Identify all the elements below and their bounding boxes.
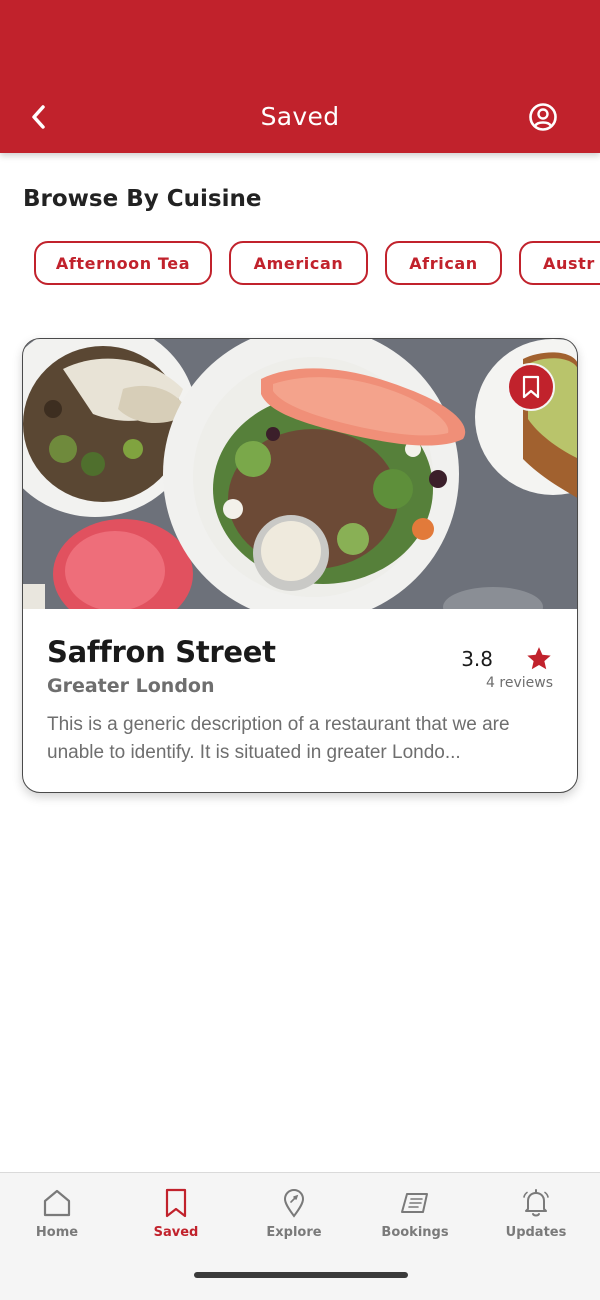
bottom-nav-bar: Home Saved Explore Bookings Updates: [0, 1172, 600, 1300]
cuisine-chip-list[interactable]: Afternoon Tea American African Austr: [0, 240, 600, 288]
nav-item-explore[interactable]: Explore: [244, 1187, 344, 1247]
bookmark-icon: [165, 1188, 187, 1218]
review-count: 4 reviews: [486, 675, 553, 691]
cuisine-chip-afternoon-tea[interactable]: Afternoon Tea: [34, 241, 212, 285]
restaurant-location: Greater London: [47, 675, 215, 697]
cuisine-chip-austr[interactable]: Austr: [519, 241, 600, 285]
nav-item-saved[interactable]: Saved: [126, 1187, 226, 1247]
food-photo: [23, 339, 577, 609]
home-icon: [43, 1189, 71, 1217]
nav-label-explore: Explore: [266, 1225, 322, 1240]
nav-item-bookings[interactable]: Bookings: [365, 1187, 465, 1247]
bell-icon: [523, 1189, 549, 1217]
profile-button[interactable]: [526, 100, 560, 134]
home-indicator: [194, 1272, 408, 1278]
rating-value: 3.8: [461, 647, 493, 671]
cuisine-chip-american[interactable]: American: [229, 241, 368, 285]
cuisine-chip-african[interactable]: African: [385, 241, 502, 285]
nav-item-home[interactable]: Home: [7, 1187, 107, 1247]
app-header: Saved: [0, 0, 600, 153]
rating-block: 3.8 4 reviews: [433, 645, 553, 697]
explore-pin-icon: [283, 1188, 305, 1218]
restaurant-description: This is a generic description of a resta…: [47, 714, 510, 763]
save-bookmark-button[interactable]: [507, 363, 555, 411]
nav-label-updates: Updates: [505, 1225, 567, 1240]
star-icon: [527, 647, 551, 670]
nav-item-updates[interactable]: Updates: [486, 1187, 586, 1247]
nav-label-bookings: Bookings: [381, 1225, 449, 1240]
page-title: Saved: [260, 102, 340, 131]
nav-label-saved: Saved: [153, 1225, 199, 1240]
restaurant-name: Saffron Street: [47, 635, 276, 669]
section-title: Browse By Cuisine: [23, 186, 262, 212]
user-circle-icon: [529, 103, 557, 131]
bookings-icon: [401, 1193, 428, 1213]
restaurant-card[interactable]: Saffron Street Greater London 3.8 4 revi…: [22, 338, 578, 793]
restaurant-photo: [23, 339, 577, 609]
nav-label-home: Home: [35, 1225, 79, 1240]
bookmark-icon: [522, 375, 540, 399]
